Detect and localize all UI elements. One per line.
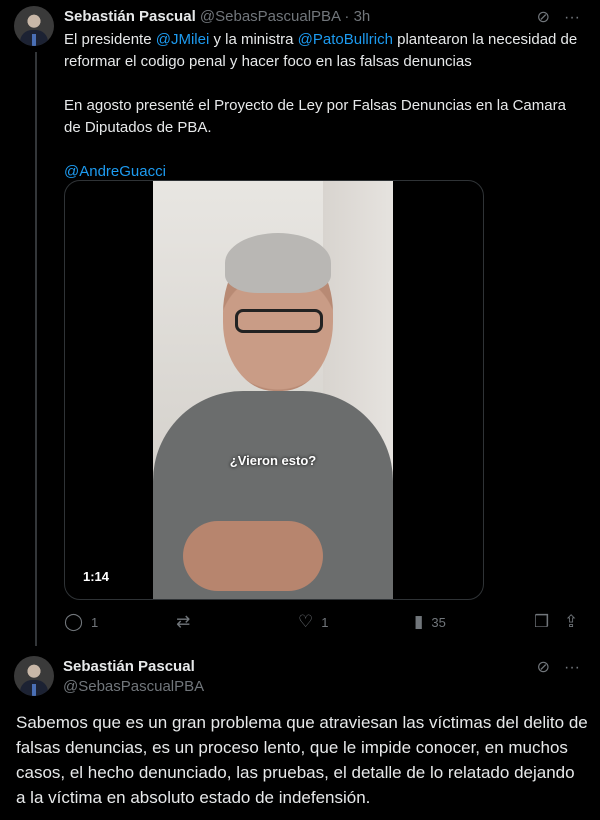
views-count: 35 (431, 614, 446, 630)
separator: · (344, 8, 350, 25)
avatar-tie (32, 684, 36, 696)
like-button[interactable]: ♡ 1 (298, 612, 328, 632)
text-segment: El presidente (64, 31, 156, 48)
share-button[interactable]: ⇪ (564, 612, 578, 632)
reply-icon: ◯ (64, 612, 84, 631)
like-icon: ♡ (298, 612, 314, 631)
author-handle[interactable]: @SebasPascualPBA (63, 678, 204, 695)
avatar-tie (32, 34, 36, 46)
post-top-icons: ⊘ ··· (537, 8, 580, 28)
video-duration: 1:14 (83, 569, 110, 584)
more-icon[interactable]: ··· (564, 8, 580, 28)
video-person-hands (183, 521, 323, 591)
bookmark-button[interactable]: ❒ (534, 612, 549, 632)
repost-button[interactable]: ⇄ (176, 612, 198, 632)
author-name[interactable]: Sebastián Pascual (63, 658, 195, 675)
video-person-glasses (235, 309, 323, 333)
video-person-hair (225, 233, 331, 293)
post-text: Sabemos que es un gran problema que atra… (16, 713, 588, 807)
mention-patobullrich[interactable]: @PatoBullrich (298, 31, 393, 48)
timestamp[interactable]: 3h (354, 8, 371, 25)
text-segment: y la ministra (209, 31, 298, 48)
views-button[interactable]: ▮ 35 (414, 612, 446, 632)
share-icon: ⇪ (564, 612, 579, 631)
like-count: 1 (321, 614, 329, 630)
reply-count: 1 (91, 614, 99, 630)
repost-icon: ⇄ (176, 612, 191, 631)
mention-andreguacci[interactable]: @AndreGuacci (64, 163, 166, 180)
video-caption: ¿Vieron esto? (229, 453, 317, 468)
text-segment: En agosto presenté el Proyecto de Ley po… (64, 97, 566, 136)
thread-line (35, 52, 37, 646)
author-name[interactable]: Sebastián Pascual (64, 8, 196, 25)
more-icon[interactable]: ··· (564, 658, 580, 678)
post-top-icons: ⊘ ··· (537, 658, 580, 678)
grok-icon[interactable]: ⊘ (537, 8, 550, 28)
views-icon: ▮ (414, 612, 424, 631)
post-paragraph-1: El presidente @JMilei y la ministra @Pat… (64, 29, 584, 73)
post-paragraph-2: En agosto presenté el Proyecto de Ley po… (64, 95, 584, 139)
post-header: Sebastián Pascual @SebasPascualPBA · 3h (64, 8, 370, 25)
mention-jmilei[interactable]: @JMilei (156, 31, 210, 48)
post-text: El presidente @JMilei y la ministra @Pat… (64, 29, 584, 183)
post-actions: ◯ 1 ⇄ ♡ 1 ▮ 35 ❒ ⇪ (64, 612, 584, 632)
avatar[interactable] (14, 656, 54, 696)
author-handle[interactable]: @SebasPascualPBA (200, 8, 340, 25)
video-frame: ¿Vieron esto? (153, 181, 393, 599)
grok-icon[interactable]: ⊘ (537, 658, 550, 678)
video-player[interactable]: ¿Vieron esto? 1:14 (64, 180, 484, 600)
reply-button[interactable]: ◯ 1 (64, 612, 98, 632)
bookmark-icon: ❒ (534, 612, 550, 631)
avatar[interactable] (14, 6, 54, 46)
